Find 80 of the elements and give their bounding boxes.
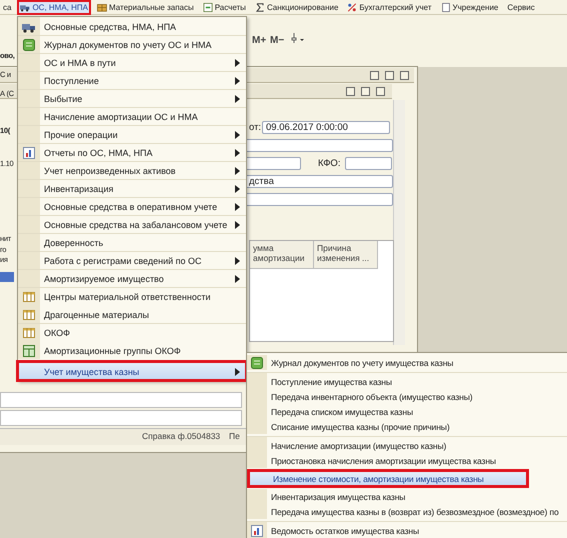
menu-item[interactable]: Начисление амортизации (имущество казны) — [247, 436, 567, 453]
submenu-arrow-icon — [235, 76, 240, 84]
submenu-arrow-icon — [235, 184, 240, 192]
menu-item[interactable]: Журнал документов по учету ОС и НМА — [18, 35, 246, 53]
menu-item[interactable]: Доверенность — [18, 233, 246, 251]
submenu-arrow-icon — [235, 202, 240, 210]
tool-icon[interactable] — [290, 32, 306, 44]
status-text: Справка ф.0504833 — [142, 431, 220, 441]
date-field[interactable]: 09.06.2017 0:00:00 — [262, 121, 390, 134]
menu-item[interactable]: Амортизируемое имущество — [18, 269, 246, 287]
table-icon — [23, 308, 35, 320]
book-icon — [251, 357, 263, 369]
status-text: Пе — [229, 431, 240, 441]
menu-item[interactable]: Основные средства в оперативном учете — [18, 197, 246, 215]
boxes-icon — [96, 2, 107, 12]
maximize-button[interactable] — [361, 87, 370, 96]
menu-item[interactable]: Учет имущества казны — [18, 362, 246, 380]
chart-icon — [251, 525, 263, 537]
date-label: от: — [249, 122, 262, 133]
kfo-label: КФО: — [318, 158, 340, 169]
maximize-button[interactable] — [385, 71, 394, 80]
menu-bar-item[interactable]: Расчеты — [200, 0, 249, 14]
truck-icon — [20, 2, 30, 12]
memory-button[interactable]: M− — [270, 35, 284, 46]
dropdown-field[interactable] — [345, 157, 392, 170]
chart-icon — [23, 146, 35, 158]
page-icon — [440, 2, 450, 12]
minimize-button[interactable] — [370, 71, 379, 80]
menu-item[interactable]: Учет непроизведенных активов — [18, 161, 246, 179]
menu-bar-item[interactable]: Бухгалтерский учет — [344, 0, 434, 14]
scrollbar[interactable] — [393, 100, 405, 345]
minimize-button[interactable] — [346, 87, 355, 96]
menu-item[interactable]: Начисление амортизации ОС и НМА — [18, 107, 246, 125]
menu-item[interactable]: Основные средства на забалансовом учете — [18, 215, 246, 233]
menu-bar-item[interactable]: Сервис — [504, 0, 538, 14]
submenu-arrow-icon — [235, 94, 240, 102]
table-icon — [23, 290, 35, 302]
menu-item[interactable]: Выбытие — [18, 89, 246, 107]
input-field[interactable] — [0, 410, 242, 426]
dropdown-field[interactable]: дства — [245, 175, 393, 188]
menu-bar-item[interactable]: ОС, НМА, НПА — [17, 0, 91, 14]
menu-item[interactable]: Инвентаризация — [18, 179, 246, 197]
menu-item[interactable]: Поступление — [18, 71, 246, 89]
menu-bar-item[interactable]: Санкционирование — [252, 0, 342, 14]
menu-item[interactable]: ОС и НМА в пути — [18, 53, 246, 71]
submenu-arrow-icon — [235, 148, 240, 156]
close-button[interactable] — [400, 71, 409, 80]
column-header[interactable]: умма амортизации — [250, 241, 314, 269]
submenu-arrow-icon — [235, 166, 240, 174]
menu-item[interactable]: Поступление имущества казны — [247, 372, 567, 389]
input-field[interactable] — [245, 139, 393, 152]
submenu-arrow-icon — [235, 256, 240, 264]
menu-item[interactable]: ОКОФ — [18, 323, 246, 341]
table-icon — [23, 344, 35, 356]
submenu-arrow-icon — [235, 58, 240, 66]
menu-item[interactable]: Центры материальной ответственности — [18, 287, 246, 305]
submenu-arrow-icon — [235, 274, 240, 282]
menu-bar-item[interactable]: Учреждение — [438, 0, 502, 14]
submenu-arrow-icon — [235, 368, 240, 376]
document-icon — [202, 2, 213, 12]
selected-row — [0, 272, 14, 282]
menu-item[interactable]: Ведомость остатков имущества казны — [247, 521, 567, 538]
menu-bar-item[interactable]: Материальные запасы — [94, 0, 197, 14]
close-button[interactable] — [376, 87, 385, 96]
menu-item[interactable]: Прочие операции — [18, 125, 246, 143]
submenu-arrow-icon — [235, 130, 240, 138]
menu-item[interactable]: Изменение стоимости, амортизации имущества казны — [249, 471, 527, 486]
input-field[interactable] — [245, 157, 301, 170]
memory-button[interactable]: M+ — [252, 35, 266, 46]
book-icon — [23, 38, 35, 50]
input-field[interactable] — [0, 392, 242, 408]
sigma-icon — [254, 2, 265, 12]
accounting-icon — [347, 2, 358, 12]
menu-bar-item[interactable]: са — [0, 0, 14, 14]
column-header[interactable]: Причина изменения ... — [314, 241, 378, 269]
table-icon — [23, 326, 35, 338]
menu-item[interactable]: Работа с регистрами сведений по ОС — [18, 251, 246, 269]
input-field[interactable] — [245, 193, 393, 206]
menu-item[interactable]: Отчеты по ОС, НМА, НПА — [18, 143, 246, 161]
submenu-arrow-icon — [235, 220, 240, 228]
